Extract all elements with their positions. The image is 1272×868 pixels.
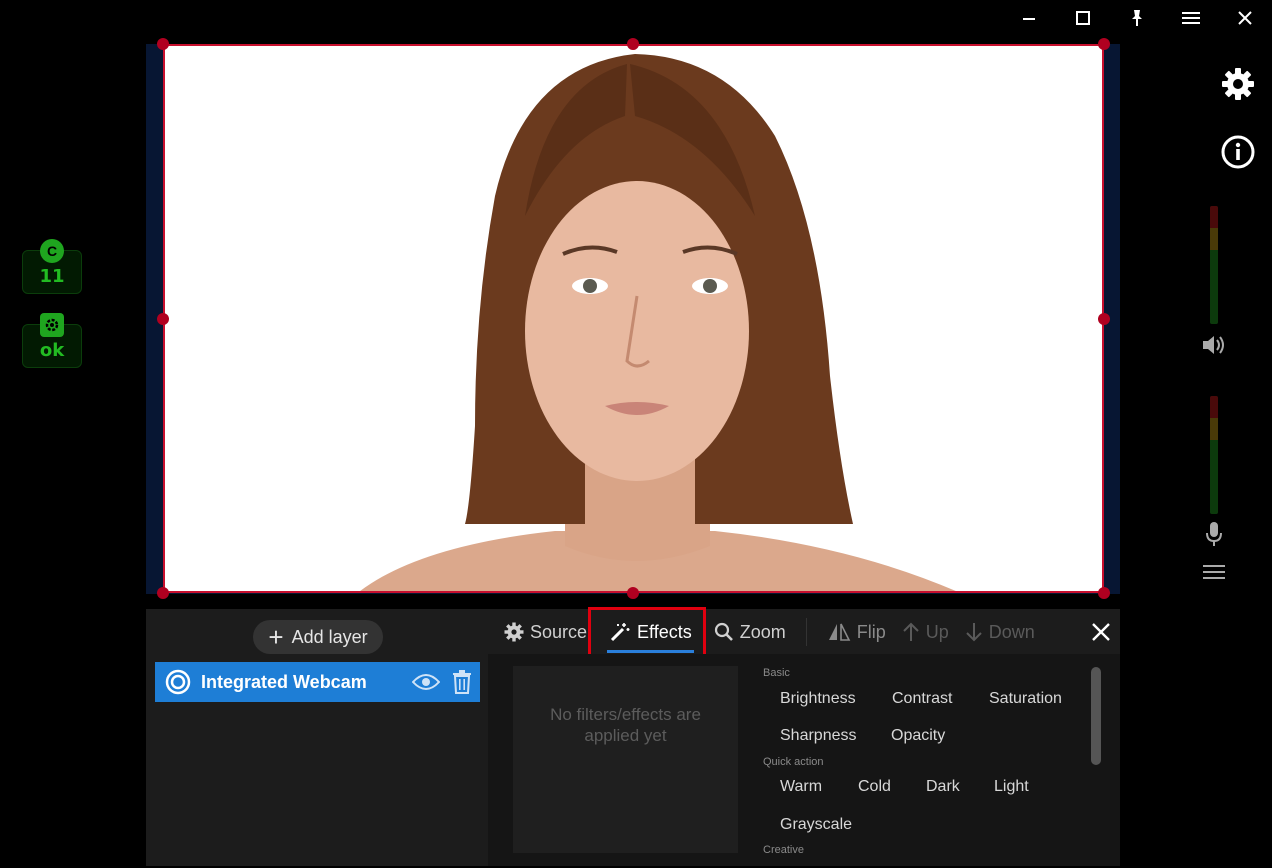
audio-menu-icon[interactable]	[1200, 560, 1228, 584]
move-down-button[interactable]: Down	[957, 609, 1043, 655]
resize-handle-bottom-left[interactable]	[157, 587, 169, 599]
speaker-icon[interactable]	[1198, 330, 1230, 360]
tab-source[interactable]: Source	[496, 609, 595, 655]
mic-level-meter	[1210, 396, 1218, 514]
menu-icon[interactable]	[1164, 0, 1218, 36]
effect-sharpness[interactable]: Sharpness	[780, 727, 857, 745]
move-down-label: Down	[989, 622, 1035, 643]
tab-zoom[interactable]: Zoom	[706, 609, 794, 655]
applied-effects-list: No filters/effects are applied yet	[513, 666, 738, 853]
resize-handle-bottom-right[interactable]	[1098, 587, 1110, 599]
minimize-icon[interactable]	[1002, 0, 1056, 36]
panel-close-icon[interactable]	[1086, 617, 1116, 647]
source-gear-icon	[504, 622, 524, 642]
portrait-image	[165, 46, 1104, 593]
maximize-icon[interactable]	[1056, 0, 1110, 36]
flip-icon	[827, 622, 851, 642]
badge-gear-value: ok	[40, 340, 64, 361]
resize-handle-right[interactable]	[1098, 313, 1110, 325]
resize-handle-left[interactable]	[157, 313, 169, 325]
tab-source-label: Source	[530, 622, 587, 643]
effect-saturation[interactable]: Saturation	[989, 690, 1062, 708]
effect-cold[interactable]: Cold	[858, 778, 891, 796]
status-badge-c[interactable]: C 11	[22, 250, 82, 294]
webcam-preview[interactable]	[163, 44, 1104, 593]
status-badge-gear[interactable]: ok	[22, 324, 82, 368]
search-zoom-icon	[714, 622, 734, 642]
resize-handle-top[interactable]	[627, 38, 639, 50]
resize-handle-top-right[interactable]	[1098, 38, 1110, 50]
group-title-creative: Creative	[763, 844, 804, 856]
delete-trash-icon[interactable]	[444, 664, 480, 700]
tab-zoom-label: Zoom	[740, 622, 786, 643]
title-bar	[1002, 0, 1272, 36]
layer-name: Integrated Webcam	[201, 672, 408, 693]
flip-button[interactable]: Flip	[819, 609, 894, 655]
effect-opacity[interactable]: Opacity	[891, 727, 945, 745]
microphone-icon[interactable]	[1200, 520, 1228, 548]
move-up-button[interactable]: Up	[894, 609, 957, 655]
layer-item-integrated-webcam[interactable]: Integrated Webcam	[155, 662, 480, 702]
group-title-basic: Basic	[763, 667, 790, 679]
close-icon[interactable]	[1218, 0, 1272, 36]
tab-separator	[806, 618, 807, 646]
resize-handle-bottom[interactable]	[627, 587, 639, 599]
c-icon: C	[40, 239, 64, 263]
flip-label: Flip	[857, 622, 886, 643]
arrow-down-icon	[965, 622, 983, 642]
gear-status-icon	[40, 313, 64, 337]
visibility-eye-icon[interactable]	[408, 664, 444, 700]
settings-gear-icon[interactable]	[1218, 64, 1258, 104]
no-effects-message: No filters/effects are applied yet	[546, 704, 706, 746]
speaker-level-meter	[1210, 206, 1218, 324]
effect-grayscale[interactable]: Grayscale	[780, 816, 852, 834]
layer-panel: + Add layer Integrated Webcam Source	[146, 609, 1120, 866]
pin-icon[interactable]	[1110, 0, 1164, 36]
plus-icon: +	[268, 624, 283, 650]
group-title-quick-action: Quick action	[763, 756, 824, 768]
effect-warm[interactable]: Warm	[780, 778, 822, 796]
resize-handle-top-left[interactable]	[157, 38, 169, 50]
effect-dark[interactable]: Dark	[926, 778, 960, 796]
badge-c-label: C	[47, 243, 57, 259]
add-layer-label: Add layer	[292, 627, 368, 648]
layer-tabs: Source Effects Zoom Flip Up Down	[496, 609, 1043, 655]
effect-light[interactable]: Light	[994, 778, 1029, 796]
badge-c-value: 11	[39, 266, 64, 287]
add-layer-button[interactable]: + Add layer	[253, 620, 383, 654]
effect-contrast[interactable]: Contrast	[892, 690, 952, 708]
arrow-up-icon	[902, 622, 920, 642]
effect-brightness[interactable]: Brightness	[780, 690, 856, 708]
move-up-label: Up	[926, 622, 949, 643]
webcam-layer-icon	[165, 669, 191, 695]
info-icon[interactable]	[1218, 132, 1258, 172]
effects-content: No filters/effects are applied yet Basic…	[488, 654, 1120, 866]
effects-scrollbar[interactable]	[1091, 667, 1101, 765]
